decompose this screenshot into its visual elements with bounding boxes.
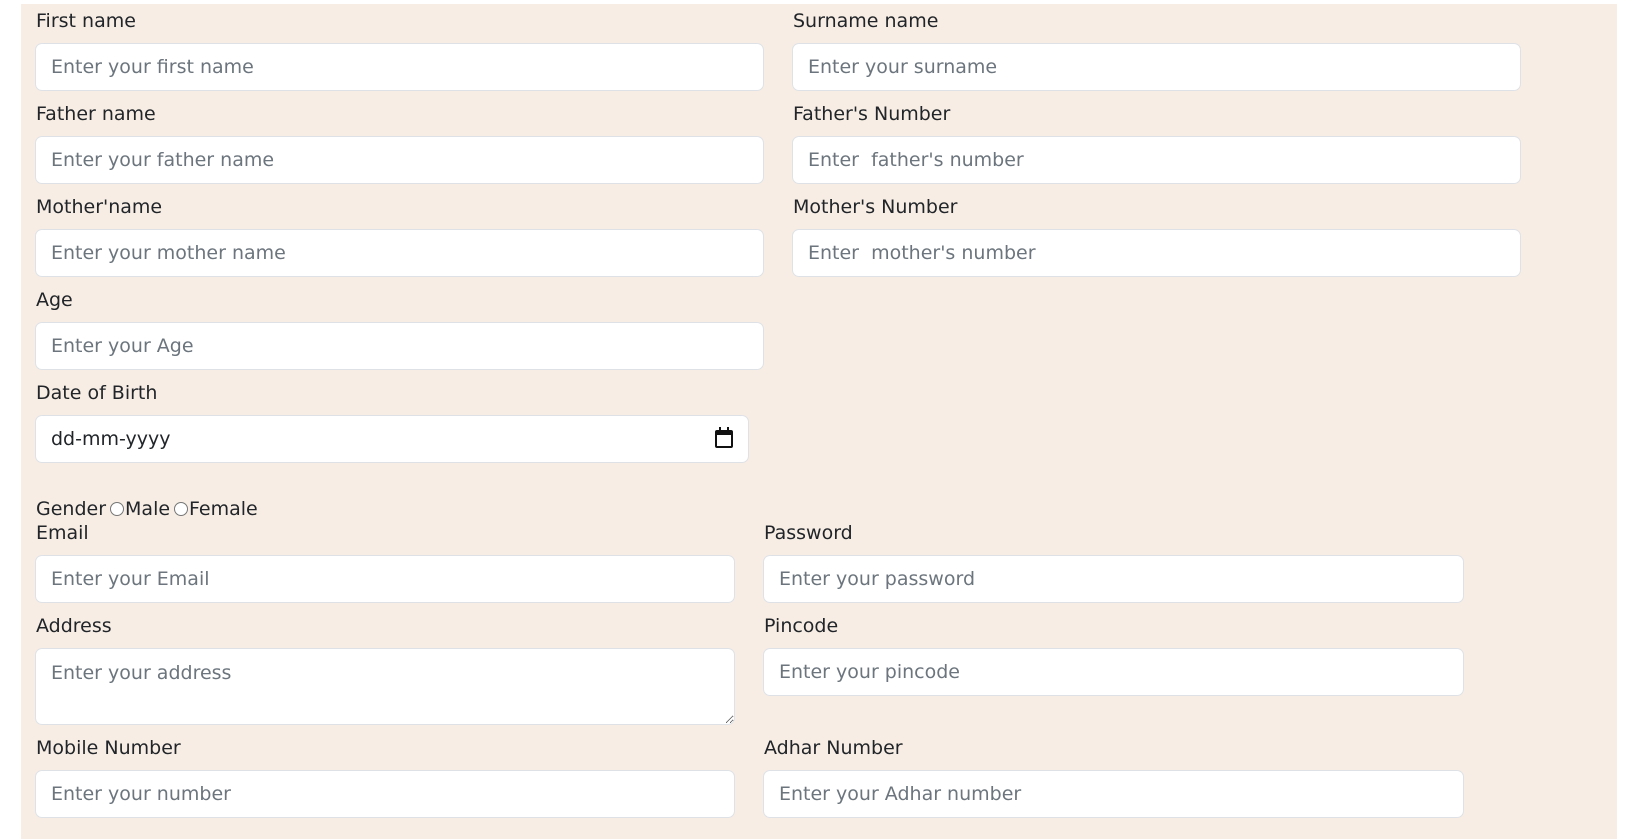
password-input[interactable]	[763, 555, 1464, 603]
mother-name-label: Mother'name	[36, 196, 163, 218]
father-number-input[interactable]	[792, 136, 1521, 184]
father-number-label: Father's Number	[793, 103, 951, 125]
calendar-icon[interactable]	[715, 427, 733, 448]
adhar-input[interactable]	[763, 770, 1464, 818]
age-input[interactable]	[35, 322, 764, 370]
surname-label: Surname name	[793, 10, 939, 32]
father-name-label: Father name	[36, 103, 156, 125]
address-textarea[interactable]	[35, 648, 735, 725]
dob-placeholder: dd-mm-yyyy	[51, 428, 171, 450]
dob-input[interactable]: dd-mm-yyyy	[35, 415, 749, 463]
password-label: Password	[764, 522, 853, 544]
mother-number-input[interactable]	[792, 229, 1521, 277]
mother-name-input[interactable]	[35, 229, 764, 277]
male-radio[interactable]	[110, 502, 125, 516]
mother-number-label: Mother's Number	[793, 196, 958, 218]
email-input[interactable]	[35, 555, 735, 603]
mobile-label: Mobile Number	[36, 737, 181, 759]
male-label: Male	[125, 498, 171, 520]
gender-option-female[interactable]: Female	[170, 498, 258, 520]
age-label: Age	[36, 289, 73, 311]
gender-option-male[interactable]: Male	[106, 498, 170, 520]
female-label: Female	[189, 498, 258, 520]
gender-group: Gender Male Female	[36, 498, 258, 520]
gender-label: Gender	[36, 498, 107, 520]
female-radio[interactable]	[174, 502, 189, 516]
registration-form: First name Surname name Father name Fath…	[21, 4, 1617, 839]
adhar-label: Adhar Number	[764, 737, 903, 759]
pincode-label: Pincode	[764, 615, 839, 637]
email-label: Email	[36, 522, 89, 544]
surname-input[interactable]	[792, 43, 1521, 91]
father-name-input[interactable]	[35, 136, 764, 184]
address-label: Address	[36, 615, 112, 637]
first-name-label: First name	[36, 10, 136, 32]
first-name-input[interactable]	[35, 43, 764, 91]
mobile-input[interactable]	[35, 770, 735, 818]
pincode-input[interactable]	[763, 648, 1464, 696]
dob-label: Date of Birth	[36, 382, 158, 404]
